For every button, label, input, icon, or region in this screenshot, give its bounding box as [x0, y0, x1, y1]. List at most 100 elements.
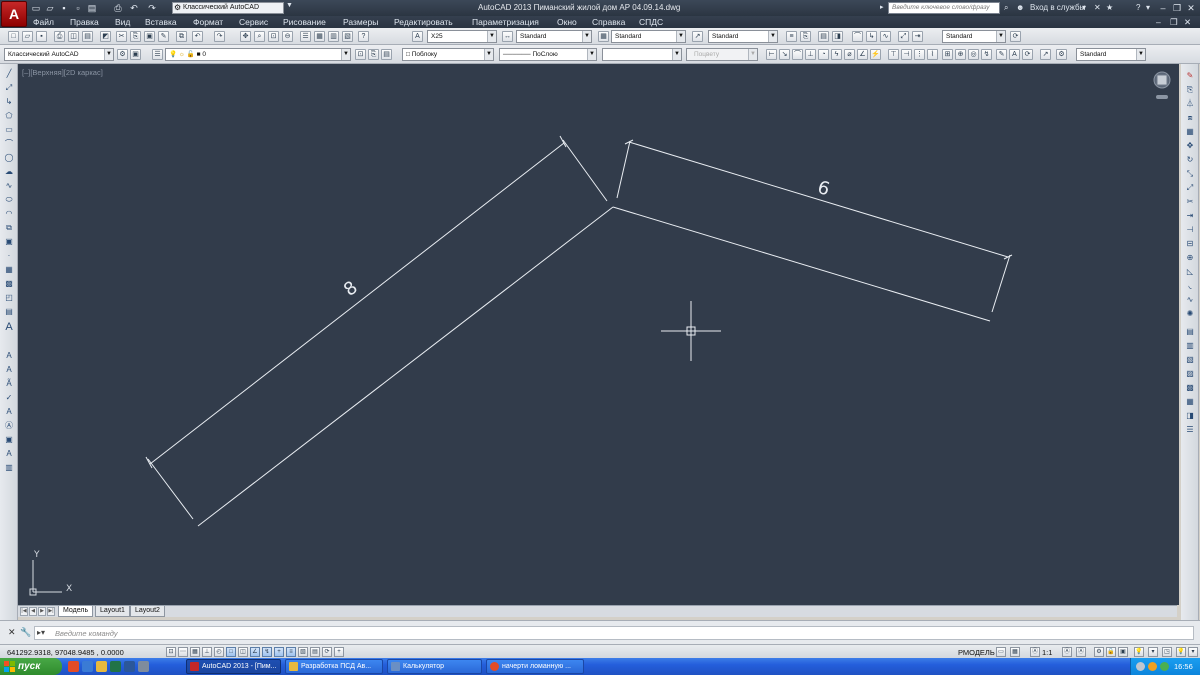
polyline-segment-1[interactable] — [197, 206, 614, 527]
3d-osnap-icon[interactable]: ◫ — [238, 647, 248, 657]
undo-icon[interactable]: ↶ — [128, 2, 140, 14]
annotation-visibility-icon[interactable]: Ⓐ — [1062, 647, 1072, 657]
object-tracking-icon[interactable]: ∠ — [250, 647, 260, 657]
first-tab-icon[interactable]: |◀ — [20, 607, 28, 616]
copy-icon[interactable]: ⎘ — [1184, 84, 1196, 95]
dim-style-select[interactable]: Standard ▼ — [516, 30, 592, 43]
hatch-back-icon[interactable]: ▦ — [1184, 396, 1196, 407]
help-icon[interactable]: ? — [1136, 2, 1140, 14]
menu-tools[interactable]: Сервис — [239, 17, 268, 27]
chevron-down-icon[interactable]: ▼ — [286, 2, 293, 9]
color-select[interactable]: □ Поблоку ▼ — [402, 48, 494, 61]
chevron-down-icon[interactable]: ▾ — [1082, 2, 1086, 14]
autoscale-icon[interactable]: Ⓐ — [1076, 647, 1086, 657]
quick-view-drawings-icon[interactable]: ▦ — [1010, 647, 1020, 657]
text-front-icon[interactable]: ▩ — [1184, 382, 1196, 393]
layer-previous-icon[interactable]: ⎘ — [368, 49, 379, 60]
tray-update-icon[interactable] — [1148, 662, 1157, 671]
workspace-select[interactable]: ⚙ Классический AutoCAD — [172, 2, 284, 14]
application-menu-button[interactable]: A — [1, 1, 27, 27]
scale-icon[interactable]: ⤡ — [1184, 168, 1196, 179]
navigation-bar[interactable] — [1153, 71, 1171, 99]
status-options-icon[interactable]: ▾ — [1188, 647, 1198, 657]
text-style-icon[interactable]: A — [412, 31, 423, 42]
plot-icon[interactable]: ⎙ — [54, 31, 65, 42]
grid-icon[interactable]: ▦ — [190, 647, 200, 657]
stretch-icon[interactable]: ⤢ — [1184, 182, 1196, 193]
aligned-dim-icon[interactable]: ↘ — [779, 49, 790, 60]
open-icon[interactable]: ▱ — [22, 31, 33, 42]
text-icon[interactable]: A — [3, 350, 15, 361]
drawing-viewport[interactable]: [–][Верхняя][2D каркас] 8 6 Y X — [18, 64, 1177, 605]
search-input[interactable]: Введите ключевое слово/фразу — [888, 2, 1000, 14]
prev-tab-icon[interactable]: ◀ — [29, 607, 37, 616]
lineweight-icon[interactable]: ≡ — [286, 647, 296, 657]
arc-icon[interactable]: ⌒ — [852, 31, 863, 42]
layer-off-icon[interactable]: ☰ — [1184, 424, 1196, 435]
diameter-icon[interactable]: ⌀ — [844, 49, 855, 60]
make-current-icon[interactable]: ⊡ — [355, 49, 366, 60]
isolate-objects-icon[interactable]: 💡 — [1134, 647, 1144, 657]
tolerance-icon[interactable]: ⊞ — [942, 49, 953, 60]
tray-network-icon[interactable] — [1160, 662, 1169, 671]
layer-iso-icon[interactable]: ◨ — [832, 31, 843, 42]
spline-icon[interactable]: ∿ — [3, 180, 15, 191]
menu-parametric[interactable]: Параметризация — [472, 17, 539, 27]
draworder-under-icon[interactable]: ▨ — [1184, 368, 1196, 379]
ellipse-icon[interactable]: ⬭ — [3, 194, 15, 205]
dimedit-icon[interactable]: ✎ — [996, 49, 1007, 60]
mirror-icon[interactable]: ⏃ — [1184, 98, 1196, 109]
offset-icon[interactable]: ⧈ — [1184, 112, 1196, 123]
workspace-save-icon[interactable]: ▣ — [130, 49, 141, 60]
make-block-icon[interactable]: ▣ — [3, 236, 15, 247]
redo-icon[interactable]: ↷ — [146, 2, 158, 14]
revcloud-icon[interactable]: ☁ — [3, 166, 15, 177]
convert-icon[interactable]: ▥ — [3, 462, 15, 473]
region-icon[interactable]: ◰ — [3, 292, 15, 303]
menu-dimension[interactable]: Размеры — [343, 17, 378, 27]
zoom-previous-icon[interactable]: ⊖ — [282, 31, 293, 42]
linetype-select[interactable]: ────── ПоСлою ▼ — [499, 48, 597, 61]
task-autocad[interactable]: AutoCAD 2013 - [Пим... — [186, 659, 281, 674]
pan-icon[interactable]: ✥ — [240, 31, 251, 42]
dimtedit-icon[interactable]: A — [1009, 49, 1020, 60]
exchange-icon[interactable]: ✕ — [1094, 2, 1101, 14]
chrome-icon[interactable] — [68, 661, 79, 672]
doc-restore-icon[interactable]: ❐ — [1170, 17, 1178, 28]
task-browser[interactable]: начерти ломанную ... — [486, 659, 584, 674]
last-tab-icon[interactable]: ▶| — [47, 607, 55, 616]
continue-icon[interactable]: ⊣ — [901, 49, 912, 60]
qnew-icon[interactable]: □ — [8, 31, 19, 42]
draworder-front-icon[interactable]: ▧ — [1184, 354, 1196, 365]
toolbar-lock-icon[interactable]: 🔒 — [1106, 647, 1116, 657]
xline-icon[interactable]: ⤢ — [3, 82, 15, 93]
task-calculator[interactable]: Калькулятор — [387, 659, 482, 674]
chevron-down-icon[interactable]: ▾ — [1146, 2, 1150, 14]
ortho-icon[interactable]: ⊥ — [202, 647, 212, 657]
desktop-icon[interactable] — [138, 661, 149, 672]
block-editor-icon[interactable]: ⧉ — [176, 31, 187, 42]
extend-icon[interactable]: ⇥ — [912, 31, 923, 42]
selection-cycling-icon[interactable]: ⟳ — [322, 647, 332, 657]
tray-nav-icon[interactable] — [1136, 662, 1145, 671]
next-tab-icon[interactable]: ▶ — [38, 607, 46, 616]
3d-print-icon[interactable]: ◩ — [100, 31, 111, 42]
menu-window[interactable]: Окно — [557, 17, 577, 27]
text-style-select[interactable]: X25 ▼ — [427, 30, 497, 43]
dim-style-icon[interactable]: ↔ — [502, 31, 513, 42]
angular-icon[interactable]: ∠ — [857, 49, 868, 60]
join-icon[interactable]: ⊕ — [1184, 252, 1196, 263]
command-input[interactable]: Введите команду — [55, 629, 118, 638]
lightbulb-icon[interactable]: 💡 — [1176, 647, 1186, 657]
break-icon[interactable]: ⌇ — [927, 49, 938, 60]
undo-icon[interactable]: ↶ — [192, 31, 203, 42]
gear-icon[interactable]: ⚙ — [117, 49, 128, 60]
save-icon[interactable]: ▪ — [58, 2, 70, 14]
ie-icon[interactable] — [82, 661, 93, 672]
close-icon[interactable]: ✕ — [8, 627, 16, 638]
linear-dim-icon[interactable]: ⊢ — [766, 49, 777, 60]
match-properties-icon[interactable]: ✎ — [158, 31, 169, 42]
quick-dim-icon[interactable]: ⚡ — [870, 49, 881, 60]
excel-icon[interactable] — [110, 661, 121, 672]
ordinate-icon[interactable]: ⊥ — [805, 49, 816, 60]
